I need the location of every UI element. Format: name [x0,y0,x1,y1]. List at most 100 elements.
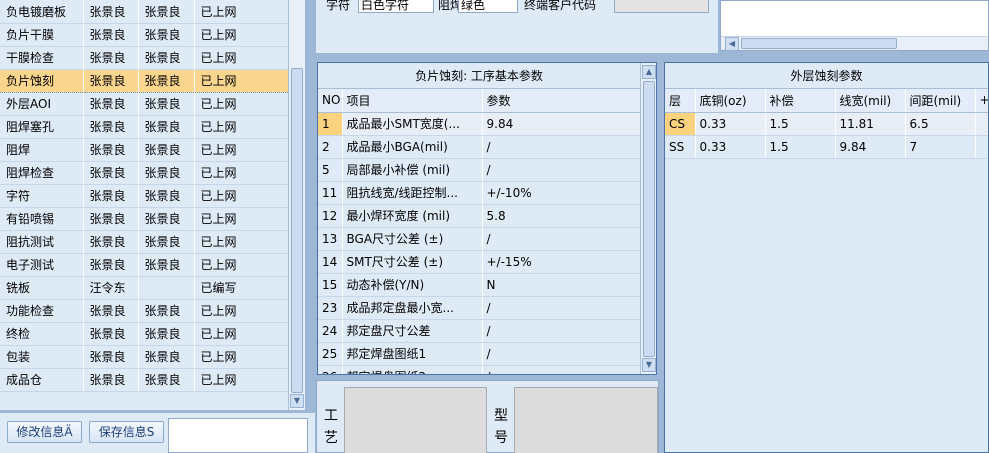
process-row[interactable]: 阻焊塞孔 张景良 张景良 已上网 [0,115,288,139]
params-row[interactable]: 2 成品最小BGA(mil) / [318,135,640,159]
operator-2: 张景良 [138,322,195,346]
outer-etch-header[interactable]: 底铜(oz) [695,89,766,113]
process-status: 已上网 [194,46,288,70]
outer-etch-row[interactable]: SS 0.33 1.5 9.84 7 [665,135,988,159]
params-header[interactable]: 项目 [342,89,483,113]
operator-1: 张景良 [83,138,139,162]
process-row[interactable]: 外层AOI 张景良 张景良 已上网 [0,92,288,116]
top-right-panel: ◀ [720,0,989,51]
process-row[interactable]: 终检 张景良 张景良 已上网 [0,322,288,346]
param-no: 24 [318,319,343,343]
process-row[interactable]: 功能检查 张景良 张景良 已上网 [0,299,288,323]
horizontal-scrollbar[interactable]: ◀ [721,36,988,51]
params-scrollbar[interactable]: ▲ ▼ [640,63,656,374]
modify-info-button[interactable]: 修改信息Ä [7,421,82,443]
process-row[interactable]: 有铅喷锡 张景良 张景良 已上网 [0,207,288,231]
process-name: 阻焊塞孔 [0,115,84,139]
params-row[interactable]: 1 成品最小SMT宽度(... 9.84 [318,112,640,136]
operator-2 [138,276,195,300]
model-vertical-label: 型号 [494,408,508,446]
params-row[interactable]: 26邦定焊盘图纸2/ [318,365,640,374]
params-row[interactable]: 12 最小焊环宽度 (mil) 5.8 [318,204,640,228]
params-row[interactable]: 14 SMT尺寸公差 (±) +/-15% [318,250,640,274]
operator-2: 张景良 [138,138,195,162]
scroll-down-arrow[interactable]: ▼ [642,358,656,372]
params-row[interactable]: 24 邦定盘尺寸公差 / [318,319,640,343]
customer-code-field[interactable] [614,0,709,13]
process-status: 已上网 [194,115,288,139]
param-value[interactable]: / [482,365,640,374]
param-value[interactable]: N [482,273,640,297]
param-value[interactable]: +/-10% [482,181,640,205]
params-scroll-thumb[interactable] [643,81,655,357]
notes-box[interactable] [168,418,308,453]
base-copper: 0.33 [695,135,766,159]
param-value[interactable]: / [482,227,640,251]
process-row[interactable]: 阻焊 张景良 张景良 已上网 [0,138,288,162]
params-row[interactable]: 13 BGA尺寸公差 (±) / [318,227,640,251]
process-row[interactable]: 成品仓 张景良 张景良 已上网 [0,368,288,392]
model-memo[interactable] [514,387,658,453]
param-value[interactable]: +/-15% [482,250,640,274]
process-table: 负电镀磨板 张景良 张景良 已上网 负片干膜 张景良 张景良 已上网 干膜检查 张景良 张景良 已上网… [0,0,288,392]
param-value[interactable]: 5.8 [482,204,640,228]
process-row[interactable]: 铣板 汪令东 已编写 [0,276,288,300]
param-item: 成品最小BGA(mil) [342,135,483,159]
soldermask-value[interactable]: 绿色 [458,0,518,13]
params-row[interactable]: 23 成品邦定盘最小宽... / [318,296,640,320]
process-row[interactable]: 负片干膜 张景良 张景良 已上网 [0,23,288,47]
save-info-button[interactable]: 保存信息S [89,421,164,443]
params-row[interactable]: 25 邦定焊盘图纸1/ [318,342,640,366]
outer-etch-row[interactable]: CS 0.33 1.5 11.81 6.5 [665,112,988,136]
process-params-grid: NO 项目 参数 1 成品最小SMT宽度(... 9.84 2 成品最小BGA(mil)/5… [318,89,640,374]
process-name: 负片蚀刻 [0,68,84,93]
layer: SS [665,135,696,159]
param-item: SMT尺寸公差 (±) [342,250,483,274]
outer-etch-header[interactable]: 补偿 [765,89,836,113]
process-row[interactable]: 阻抗测试 张景良 张景良 已上网 [0,230,288,254]
param-no: 14 [318,250,343,274]
operator-2: 张景良 [138,299,195,323]
process-row[interactable]: 字符 张景良 张景良 已上网 [0,184,288,208]
params-row[interactable]: 11 阻抗线宽/线距控制... +/-10% [318,181,640,205]
char-value[interactable]: 白色字符 [358,0,434,13]
param-value[interactable]: 9.84 [482,112,640,136]
scroll-thumb[interactable] [291,68,303,393]
process-list-scrollbar[interactable]: ▼ [288,0,305,410]
process-memo[interactable] [344,387,487,453]
operator-2: 张景良 [138,0,195,24]
param-value[interactable]: / [482,135,640,159]
process-row[interactable]: 负电镀磨板 张景良 张景良 已上网 [0,0,288,24]
scroll-down-arrow[interactable]: ▼ [290,394,304,408]
process-name: 功能检查 [0,299,84,323]
process-status: 已编写 [194,276,288,300]
params-row[interactable]: 15 动态补偿(Y/N) N [318,273,640,297]
param-value[interactable]: / [482,296,640,320]
process-row[interactable]: 负片蚀刻 张景良 张景良 已上网 [0,68,288,93]
outer-etch-header[interactable]: 间距(mil) [905,89,976,113]
process-status: 已上网 [194,345,288,369]
param-value[interactable]: / [482,342,640,366]
outer-etch-header[interactable]: 线宽(mil) [835,89,906,113]
outer-etch-header[interactable]: 层 [665,89,696,113]
params-row[interactable]: 5 局部最小补偿 (mil) / [318,158,640,182]
param-value[interactable]: / [482,319,640,343]
process-name: 阻焊 [0,138,84,162]
operator-1: 张景良 [83,46,139,70]
hscroll-thumb[interactable] [741,38,897,49]
operator-2: 张景良 [138,68,195,93]
process-row[interactable]: 干膜检查 张景良 张景良 已上网 [0,46,288,70]
process-row[interactable]: 包装 张景良 张景良 已上网 [0,345,288,369]
params-header[interactable]: NO [318,89,343,113]
process-row[interactable]: 阻焊检查 张景良 张景良 已上网 [0,161,288,185]
process-status: 已上网 [194,368,288,392]
compensation: 1.5 [765,135,836,159]
scroll-up-arrow[interactable]: ▲ [642,65,656,79]
outer-etch-header[interactable]: + [975,89,988,113]
param-item: 最小焊环宽度 (mil) [342,204,483,228]
param-value[interactable]: / [482,158,640,182]
process-row[interactable]: 电子测试 张景良 张景良 已上网 [0,253,288,277]
operator-1: 张景良 [83,184,139,208]
scroll-left-arrow[interactable]: ◀ [725,37,739,51]
params-header[interactable]: 参数 [482,89,640,113]
